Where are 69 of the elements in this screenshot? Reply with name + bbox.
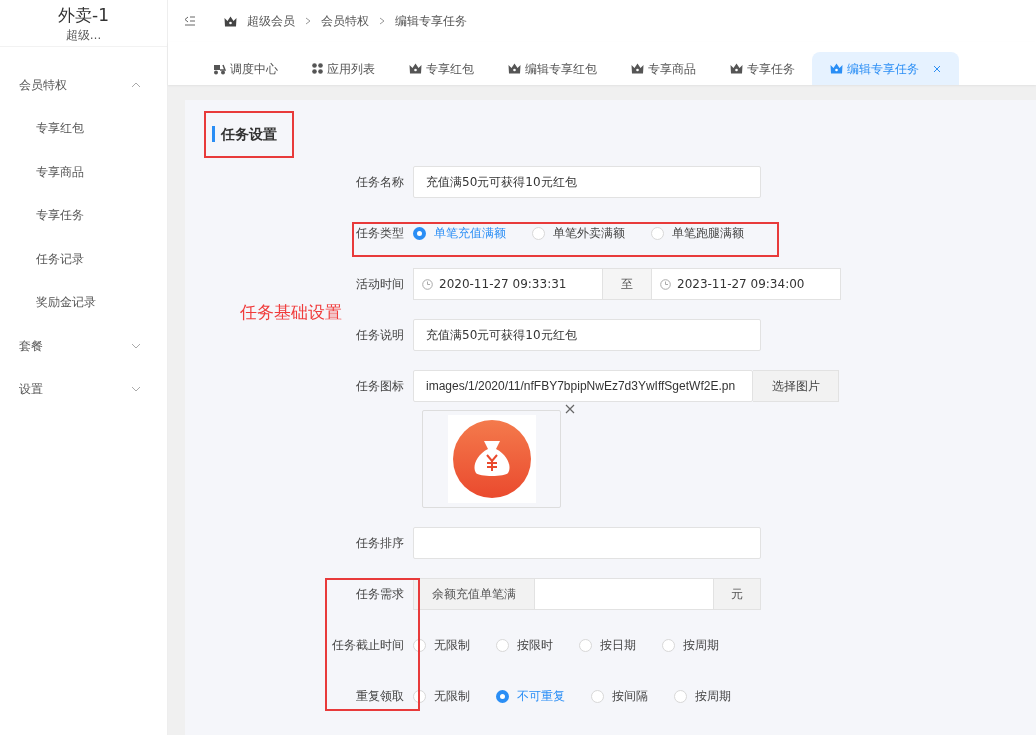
sidebar-subitem[interactable]: 任务记录 [0,237,167,281]
breadcrumb-link[interactable]: 编辑专享任务 [395,12,467,30]
clock-icon [660,278,671,290]
section-title: 任务设置 [212,126,277,142]
chevron-right-icon [379,17,385,25]
radio-option[interactable]: 单笔外卖满额 [532,224,625,242]
annotation-text: 任务基础设置 [240,301,342,324]
app-title: 外卖-1 [57,4,110,26]
breadcrumb-link[interactable]: 会员特权 [321,12,369,30]
field-label: 任务需求 [355,586,405,603]
field-label: 活动时间 [355,276,405,293]
tab[interactable]: 编辑专享红包 [491,52,614,85]
crown-icon [224,15,237,27]
date-field[interactable]: 2020-11-27 09:33:31 [413,268,603,300]
radio-option[interactable]: 按周期 [662,636,719,654]
chevron-right-icon [305,17,311,25]
tab[interactable]: 专享商品 [614,52,713,85]
radio-option[interactable]: 单笔跑腿满额 [651,224,744,242]
tab[interactable]: 专享任务 [713,52,812,85]
radio-option[interactable]: 无限制 [413,636,470,654]
chevron-up-icon [131,81,141,88]
field-label: 任务截止时间 [331,637,405,654]
tab[interactable]: 应用列表 [295,52,392,85]
amount-field[interactable] [535,578,713,610]
input-prefix: 余额充值单笔满 [413,578,535,610]
sidebar-item[interactable]: 会员特权 [0,63,167,107]
choose-image-button[interactable]: 选择图片 [753,370,839,402]
input-suffix: 元 [713,578,761,610]
grid-icon [312,63,323,74]
field-label: 任务类型 [355,225,405,242]
text-field[interactable] [413,527,761,559]
file-path-field[interactable]: images/1/2020/11/nfFBY7bpipNwEz7d3YwIffSgetWf2E.pn [413,370,753,402]
radio-option[interactable]: 按日期 [579,636,636,654]
sidebar-subitem[interactable]: 专享红包 [0,106,167,150]
crown-icon [631,63,644,74]
field-label: 任务图标 [355,378,405,395]
close-icon [933,64,941,73]
radio-option[interactable]: 按间隔 [591,687,648,705]
field-label: 任务说明 [355,327,405,344]
sidebar-subitem[interactable]: 奖励金记录 [0,280,167,324]
radio-option[interactable]: 按限时 [496,636,553,654]
scooter-icon [213,62,226,75]
crown-icon [730,63,743,74]
sidebar-subitem[interactable]: 专享商品 [0,150,167,194]
text-field[interactable]: 充值满50元可获得10元红包 [413,319,761,351]
breadcrumb-link[interactable]: 超级会员 [247,12,295,30]
remove-icon [565,404,575,414]
crown-icon [409,63,422,74]
clock-icon [422,278,433,290]
chevron-down-icon [131,386,141,393]
sidebar-subitem[interactable]: 专享任务 [0,193,167,237]
field-label: 任务名称 [355,174,405,191]
sidebar-item[interactable]: 套餐 [0,324,167,368]
collapse-menu-icon [184,16,196,26]
crown-icon [830,63,843,74]
radio-option[interactable]: 按周期 [674,687,731,705]
radio-option[interactable]: 无限制 [413,687,470,705]
chevron-down-icon [131,342,141,349]
app-subtitle: 超级… [0,26,167,47]
crown-icon [508,63,521,74]
text-field[interactable]: 充值满50元可获得10元红包 [413,166,761,198]
range-separator: 至 [603,268,651,300]
tab[interactable]: 调度中心 [196,52,295,85]
money-bag-icon [447,415,536,503]
sidebar-item[interactable]: 设置 [0,367,167,411]
field-label: 任务排序 [355,535,405,552]
tab[interactable]: 专享红包 [392,52,491,85]
field-label: 重复领取 [355,688,405,705]
date-field[interactable]: 2023-11-27 09:34:00 [651,268,841,300]
